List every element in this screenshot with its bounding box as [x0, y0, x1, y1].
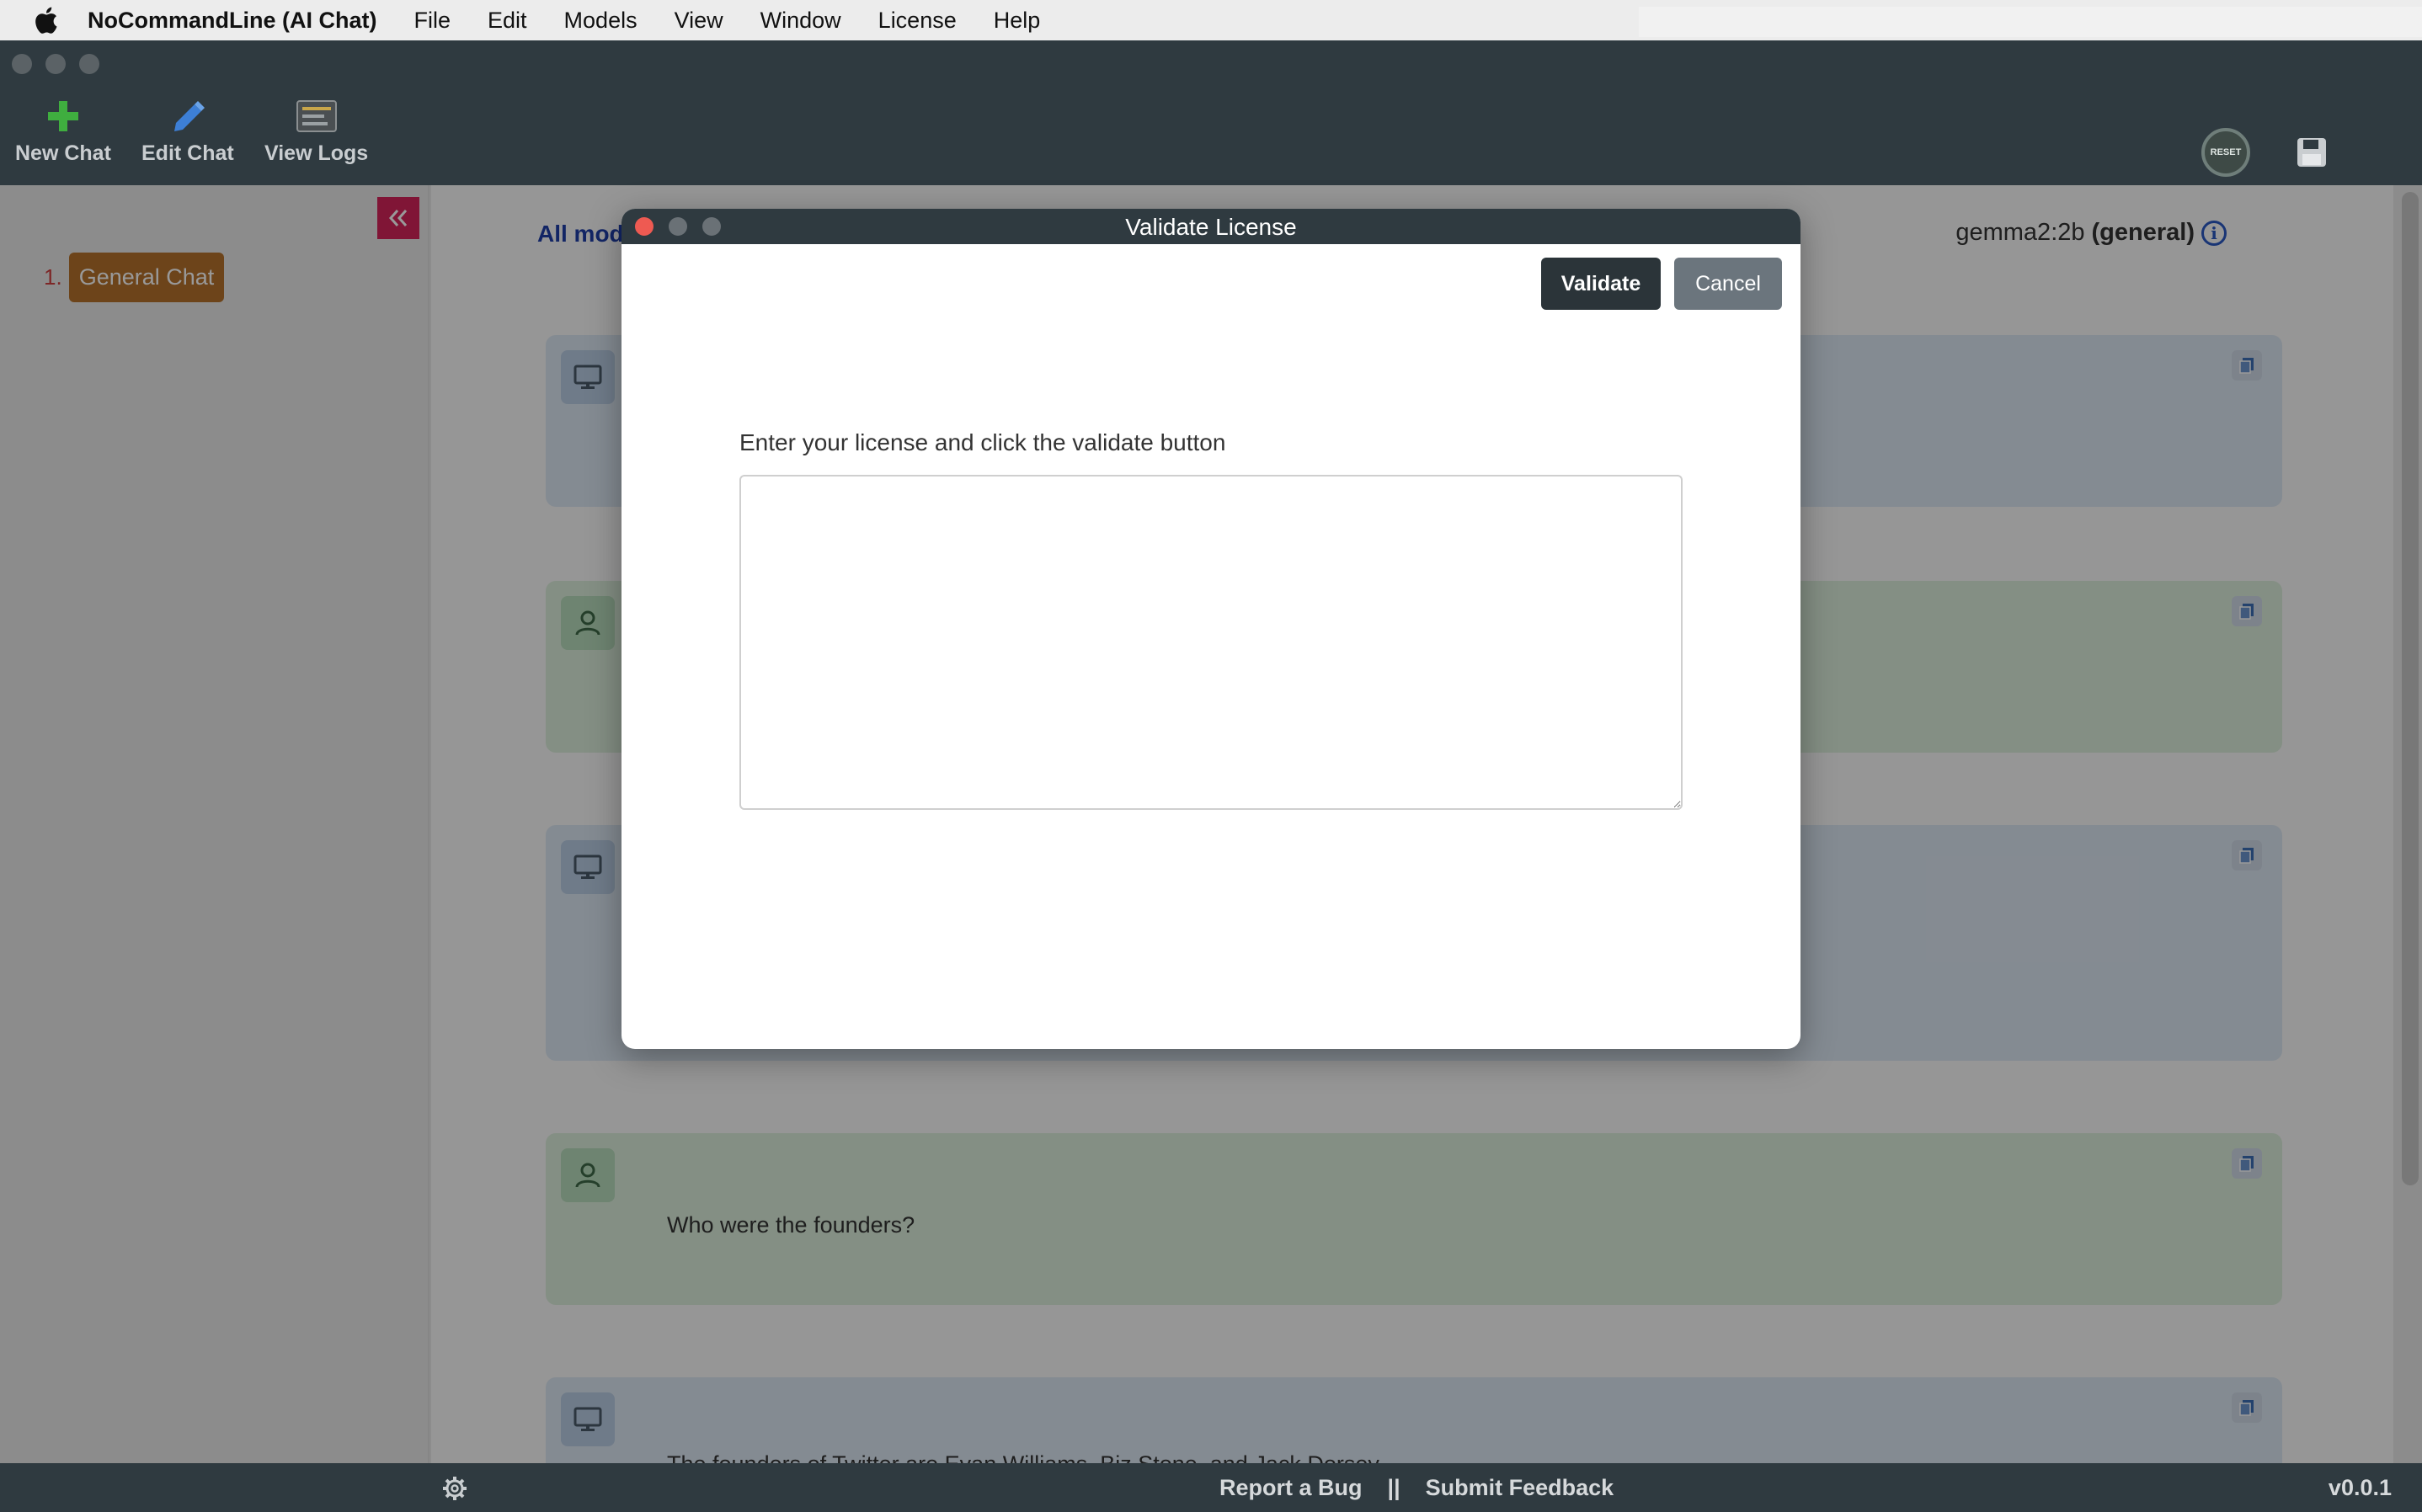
edit-chat-label: Edit Chat	[141, 141, 234, 165]
toolbar: New Chat Edit Chat View Logs RESET	[0, 86, 2422, 185]
menu-window[interactable]: Window	[760, 8, 841, 34]
plus-icon	[45, 96, 82, 136]
menu-bar: NoCommandLine (AI Chat) File Edit Models…	[0, 0, 2422, 40]
reset-button[interactable]: RESET	[2201, 128, 2250, 177]
link-separator: ||	[1387, 1475, 1400, 1500]
floppy-disk-icon	[2297, 138, 2326, 167]
dialog-title: Validate License	[1125, 214, 1297, 240]
app-name[interactable]: NoCommandLine (AI Chat)	[88, 8, 377, 34]
gear-icon[interactable]	[441, 1475, 468, 1502]
status-bar: Report a Bug || Submit Feedback v0.0.1	[0, 1463, 2422, 1512]
report-bug-link[interactable]: Report a Bug	[1219, 1475, 1363, 1501]
dialog-titlebar: Validate License	[622, 209, 1800, 244]
save-button[interactable]	[2296, 136, 2328, 168]
new-chat-button[interactable]: New Chat	[15, 96, 111, 166]
menu-license[interactable]: License	[878, 8, 957, 34]
cancel-button[interactable]: Cancel	[1674, 258, 1782, 310]
menu-file[interactable]: File	[414, 8, 451, 34]
submit-feedback-link[interactable]: Submit Feedback	[1426, 1475, 1614, 1501]
status-menu-area	[1639, 7, 2422, 37]
window-titlebar	[0, 40, 2422, 86]
log-viewer-icon	[296, 96, 338, 136]
view-logs-button[interactable]: View Logs	[264, 96, 368, 166]
menu-view[interactable]: View	[675, 8, 723, 34]
validate-button[interactable]: Validate	[1541, 258, 1661, 310]
edit-chat-button[interactable]: Edit Chat	[141, 96, 234, 166]
new-chat-label: New Chat	[15, 141, 111, 165]
window-zoom-button[interactable]	[79, 54, 99, 74]
pencil-icon	[169, 96, 206, 136]
window-minimize-button[interactable]	[45, 54, 66, 74]
validate-license-dialog: Validate License Validate Cancel Enter y…	[622, 209, 1800, 1049]
menu-help[interactable]: Help	[994, 8, 1041, 34]
license-input[interactable]	[739, 475, 1683, 810]
window-close-button[interactable]	[12, 54, 32, 74]
version-label: v0.0.1	[2328, 1475, 2392, 1500]
view-logs-label: View Logs	[264, 141, 369, 165]
apple-icon[interactable]	[30, 3, 61, 37]
reset-icon: RESET	[2210, 147, 2242, 157]
license-instruction: Enter your license and click the validat…	[739, 429, 1226, 455]
menu-edit[interactable]: Edit	[488, 8, 527, 34]
menu-models[interactable]: Models	[564, 8, 638, 34]
